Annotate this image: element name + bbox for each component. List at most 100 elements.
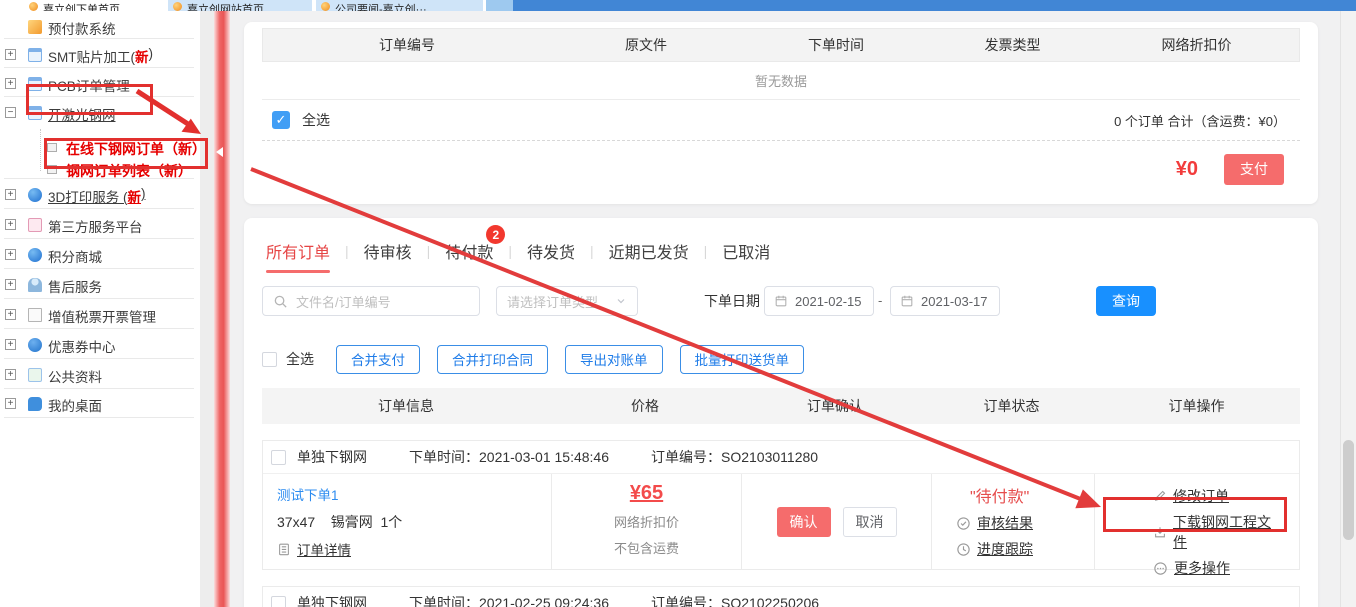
date-range-label: 下单日期 bbox=[704, 291, 760, 311]
query-button[interactable]: 查询 bbox=[1096, 286, 1156, 316]
expand-plus-icon[interactable] bbox=[5, 249, 16, 260]
divider bbox=[4, 178, 194, 179]
progress-track-link[interactable]: 进度跟踪 bbox=[956, 539, 1094, 559]
expand-plus-icon[interactable] bbox=[5, 398, 16, 409]
sidebar-item-smt[interactable]: SMT贴片加工(新) bbox=[0, 42, 200, 68]
tab-pending-shipment[interactable]: 待发货 bbox=[527, 239, 575, 263]
sidebar-item-third-party[interactable]: 第三方服务平台 bbox=[0, 212, 200, 238]
sidebar-collapse-strip[interactable] bbox=[214, 11, 230, 607]
tab-pending-payment[interactable]: 待付款2 bbox=[445, 239, 493, 263]
merge-print-contract-button[interactable]: 合并打印合同 bbox=[437, 345, 548, 374]
sidebar-item-points-mall[interactable]: 积分商城 bbox=[0, 242, 200, 268]
merge-pay-button[interactable]: 合并支付 bbox=[336, 345, 420, 374]
sidebar-item-laser-stencil[interactable]: 开激光钢网 bbox=[0, 100, 200, 126]
divider bbox=[4, 208, 194, 209]
column-source-file: 原文件 bbox=[551, 35, 741, 55]
sidebar-item-my-desktop[interactable]: 我的桌面 bbox=[0, 391, 200, 417]
favicon-icon bbox=[173, 2, 182, 11]
date-from-input[interactable]: 2021-02-15 bbox=[764, 286, 874, 316]
edit-order-link[interactable]: 修改订单 bbox=[1117, 486, 1277, 506]
select-all-checkbox[interactable] bbox=[262, 352, 277, 367]
order-header: 单独下钢网 下单时间：2021-03-01 15:48:46 订单编号：SO21… bbox=[263, 441, 1299, 474]
empty-state: 暂无数据 bbox=[262, 62, 1300, 100]
actions-cell: 修改订单 下载钢网工程文件 更多操作 bbox=[1094, 474, 1299, 570]
tab-recently-shipped[interactable]: 近期已发货 bbox=[609, 239, 689, 263]
price-cell: ¥65 网络折扣价 不包含运费 bbox=[551, 474, 741, 570]
sidebar-item-label: 增值税票开票管理 bbox=[48, 306, 156, 326]
cancel-button[interactable]: 取消 bbox=[843, 507, 897, 537]
divider bbox=[4, 358, 194, 359]
expand-plus-icon[interactable] bbox=[5, 369, 16, 380]
tab-label: 所有订单 bbox=[266, 245, 330, 262]
date-from-value: 2021-02-15 bbox=[795, 294, 862, 309]
order-detail-link[interactable]: 订单详情 bbox=[277, 539, 551, 559]
orders-table-header: 订单信息 价格 订单确认 订单状态 订单操作 bbox=[262, 388, 1300, 424]
sidebar-item-pcb[interactable]: PCB订单管理 bbox=[0, 71, 200, 97]
divider bbox=[4, 38, 194, 39]
tab-divider bbox=[704, 243, 708, 259]
sidebar-item-stencil-order-list[interactable]: 钢网订单列表（新） bbox=[0, 157, 200, 183]
ellipsis-circle-icon bbox=[1153, 561, 1168, 576]
expand-plus-icon[interactable] bbox=[5, 309, 16, 320]
confirm-cell: 确认 取消 bbox=[741, 474, 931, 570]
batch-print-delivery-button[interactable]: 批量打印送货单 bbox=[680, 345, 805, 374]
pending-table-header: 订单编号 原文件 下单时间 发票类型 网络折扣价 bbox=[262, 28, 1300, 62]
calendar-icon bbox=[900, 294, 914, 308]
sidebar-gap bbox=[200, 11, 214, 607]
browser-tab-site[interactable]: 嘉立创网站首页 bbox=[168, 0, 312, 11]
download-stencil-file-link[interactable]: 下载钢网工程文件 bbox=[1117, 512, 1277, 552]
sidebar-item-3d-print[interactable]: 3D打印服务 (新) bbox=[0, 182, 200, 208]
order-type-select[interactable]: 请选择订单类型 bbox=[496, 286, 638, 316]
order-type: 单独下钢网 bbox=[297, 447, 367, 467]
order-detail-label: 订单详情 bbox=[297, 539, 351, 559]
sidebar-item-public-files[interactable]: 公共资料 bbox=[0, 362, 200, 388]
public-files-icon bbox=[28, 368, 42, 382]
browser-tab-label: 嘉立创网站首页 bbox=[187, 1, 264, 11]
batch-actions-row: 全选 合并支付 合并打印合同 导出对账单 批量打印送货单 bbox=[262, 344, 821, 374]
order-checkbox[interactable] bbox=[271, 450, 286, 465]
sidebar-item-coupon-center[interactable]: 优惠券中心 bbox=[0, 332, 200, 358]
expand-plus-icon[interactable] bbox=[5, 279, 16, 290]
new-tab-button[interactable] bbox=[486, 0, 513, 11]
browser-tab-home[interactable]: 嘉立创下单首页 bbox=[24, 0, 164, 11]
more-actions-link[interactable]: 更多操作 bbox=[1117, 558, 1277, 578]
sidebar-item-label: SMT贴片加工( bbox=[48, 46, 135, 66]
export-statement-button[interactable]: 导出对账单 bbox=[565, 345, 663, 374]
expand-plus-icon[interactable] bbox=[5, 339, 16, 350]
review-result-link[interactable]: 审核结果 bbox=[956, 513, 1094, 533]
tab-cancelled[interactable]: 已取消 bbox=[722, 239, 770, 263]
tab-all-orders[interactable]: 所有订单 bbox=[266, 239, 330, 263]
order-time: 下单时间：2021-03-01 15:48:46 bbox=[409, 447, 609, 467]
divider bbox=[4, 328, 194, 329]
scrollbar[interactable] bbox=[1340, 11, 1356, 607]
pay-row: ¥0 支付 bbox=[262, 140, 1300, 198]
sidebar-item-after-sale[interactable]: 售后服务 bbox=[0, 272, 200, 298]
order-price-link[interactable]: ¥65 bbox=[552, 482, 741, 505]
pay-button[interactable]: 支付 bbox=[1224, 154, 1284, 185]
order-checkbox[interactable] bbox=[271, 596, 286, 607]
sidebar-item-vat-invoice[interactable]: 增值税票开票管理 bbox=[0, 302, 200, 328]
expand-minus-icon[interactable] bbox=[5, 107, 16, 118]
browser-tab-news[interactable]: 公司要闻-嘉立创··· bbox=[316, 0, 483, 11]
tab-label: 待发货 bbox=[527, 245, 575, 262]
order-name-link[interactable]: 测试下单1 bbox=[277, 484, 551, 504]
tab-pending-review[interactable]: 待审核 bbox=[364, 239, 412, 263]
expand-plus-icon[interactable] bbox=[5, 78, 16, 89]
scrollbar-thumb[interactable] bbox=[1343, 440, 1354, 540]
select-all-label: 全选 bbox=[302, 110, 330, 130]
expand-plus-icon[interactable] bbox=[5, 219, 16, 230]
pcb-icon bbox=[28, 77, 42, 91]
search-input[interactable]: 文件名/订单编号 bbox=[262, 286, 480, 316]
review-result-label: 审核结果 bbox=[977, 513, 1033, 533]
confirm-button[interactable]: 确认 bbox=[777, 507, 831, 537]
expand-plus-icon[interactable] bbox=[5, 49, 16, 60]
select-all-row: ✓ 全选 0 个订单 合计（含运费：¥0） bbox=[262, 100, 1300, 140]
order-time: 下单时间：2021-02-25 09:24:36 bbox=[409, 593, 609, 607]
sidebar-item-prepay[interactable]: 预付款系统 bbox=[0, 14, 200, 40]
sidebar-item-label: PCB订单管理 bbox=[48, 75, 130, 95]
download-icon bbox=[1153, 525, 1167, 539]
select-all-checkbox[interactable]: ✓ bbox=[272, 111, 290, 129]
search-icon bbox=[273, 294, 288, 309]
expand-plus-icon[interactable] bbox=[5, 189, 16, 200]
date-to-input[interactable]: 2021-03-17 bbox=[890, 286, 1000, 316]
